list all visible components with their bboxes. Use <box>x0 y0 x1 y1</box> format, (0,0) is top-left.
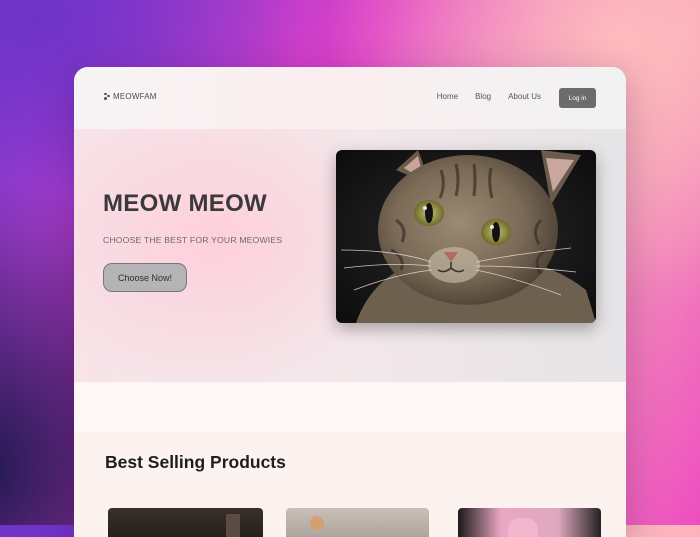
products-title: Best Selling Products <box>105 452 286 472</box>
product-card[interactable] <box>286 508 429 537</box>
hero-section: MEOW MEOW CHOOSE THE BEST FOR YOUR MEOWI… <box>74 129 626 382</box>
paw-icon <box>104 92 112 101</box>
navbar: MEOWFAM Home Blog About Us Log in <box>74 67 626 129</box>
nav-link-about-us[interactable]: About Us <box>508 92 541 101</box>
product-photo-cat-icon <box>310 516 324 530</box>
product-photo-dark-icon <box>226 514 240 537</box>
choose-now-button[interactable]: Choose Now! <box>103 263 187 292</box>
logo[interactable]: MEOWFAM <box>104 92 157 101</box>
hero-title: MEOW MEOW <box>103 190 268 217</box>
nav-link-blog[interactable]: Blog <box>475 92 491 101</box>
hero-subtitle: CHOOSE THE BEST FOR YOUR MEOWIES <box>103 235 283 245</box>
kitten-image <box>336 150 596 323</box>
nav-link-home[interactable]: Home <box>437 92 458 101</box>
products-section: Best Selling Products <box>74 432 626 537</box>
nav-links: Home Blog About Us <box>437 92 541 101</box>
login-button[interactable]: Log in <box>559 88 596 108</box>
logo-text: MEOWFAM <box>113 92 157 101</box>
product-photo-pink-icon <box>508 518 538 537</box>
tabby-kitten-icon <box>336 150 596 323</box>
browser-window: MEOWFAM Home Blog About Us Log in MEOW M… <box>74 67 626 537</box>
product-card[interactable] <box>108 508 263 537</box>
product-card[interactable] <box>458 508 601 537</box>
